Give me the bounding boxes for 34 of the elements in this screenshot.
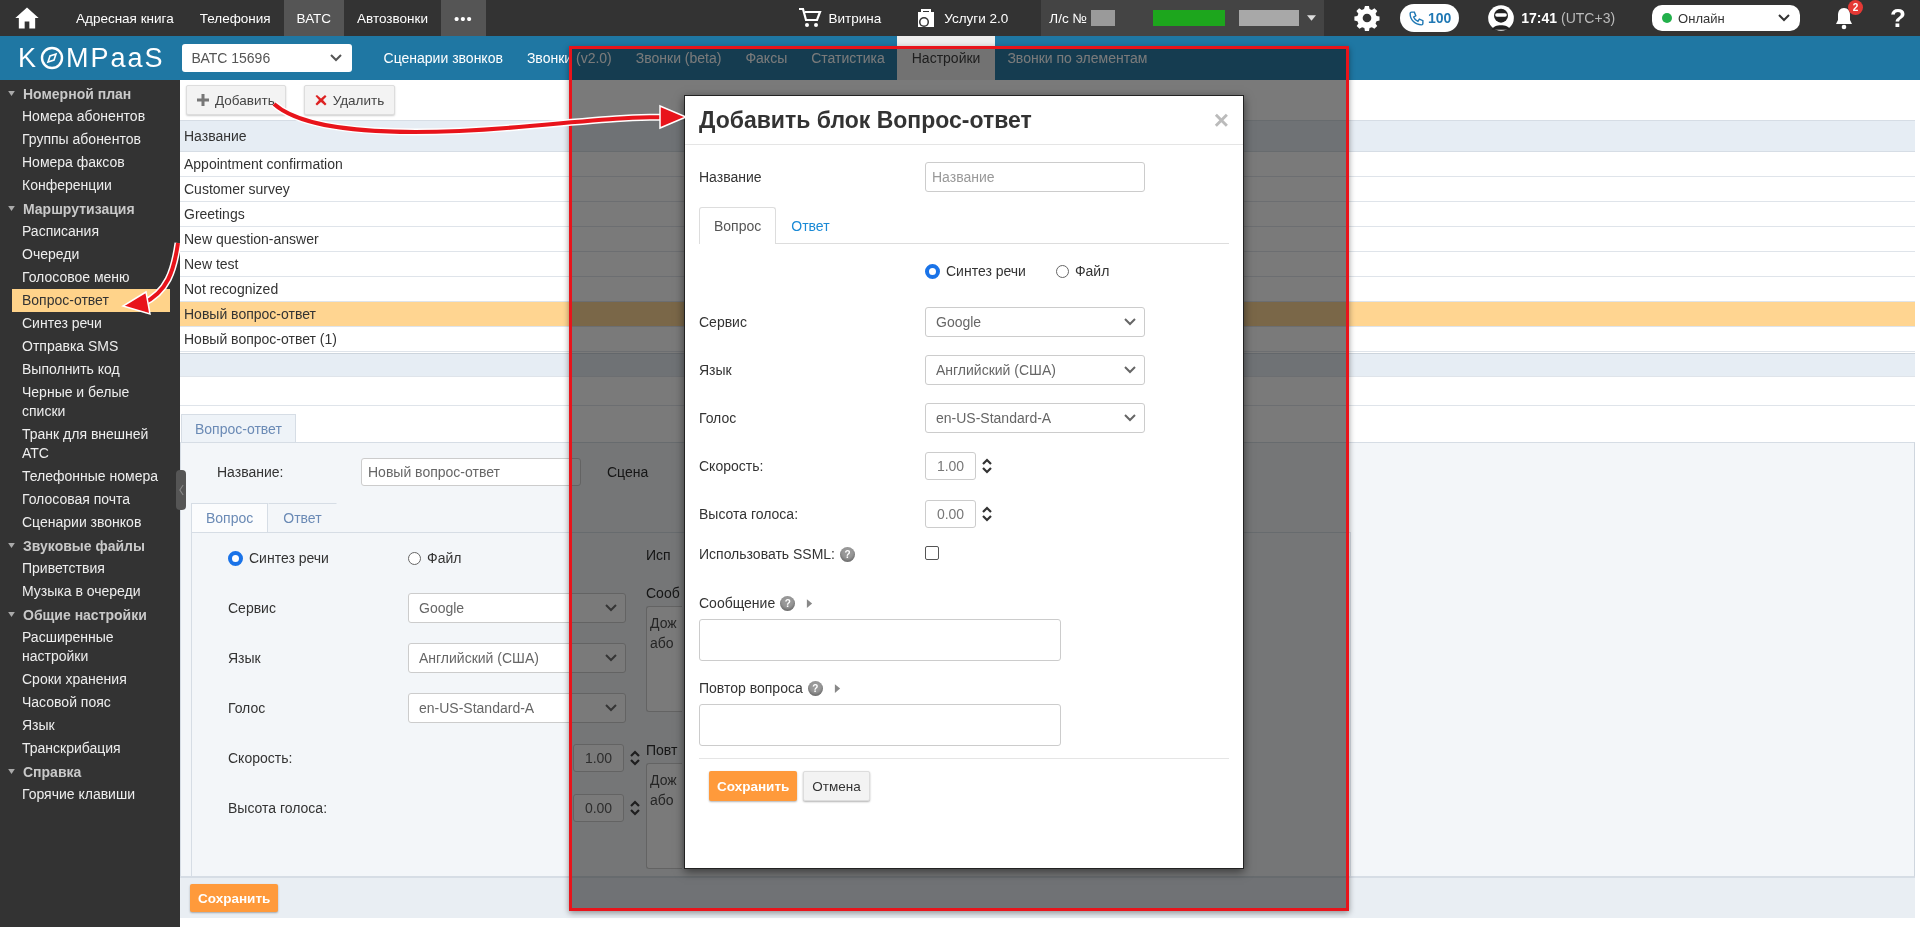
dialog-title: Добавить блок Вопрос-ответ xyxy=(699,106,1032,134)
section-title: Маршрутизация xyxy=(23,200,135,217)
field-label: Язык xyxy=(699,362,732,378)
field-label: Сервис xyxy=(227,600,277,616)
field-label: Голос xyxy=(699,410,737,426)
radio-label: Файл xyxy=(427,550,462,566)
field-label: Использовать SSML: xyxy=(699,546,835,562)
field-label: Сообщение xyxy=(699,595,776,611)
section-title: Звуковые файлы xyxy=(23,537,145,554)
radio-label: Файл xyxy=(1074,263,1110,279)
field-label: Сервис xyxy=(699,314,747,330)
section-title: Номерной план xyxy=(23,85,132,102)
notification-badge: 2 xyxy=(1848,0,1864,15)
field-label: Высота голоса: xyxy=(227,800,329,816)
field-label: Сооб xyxy=(646,585,681,601)
section-title: Справка xyxy=(23,763,82,780)
logo-text: MPaaS xyxy=(66,42,165,74)
field-label: Голос xyxy=(227,700,267,716)
field-label: Повтор вопроса xyxy=(699,680,803,696)
field-label: Повт xyxy=(646,742,679,758)
timezone-label: (UTC+3) xyxy=(1561,10,1616,26)
logo-text: K xyxy=(18,42,38,74)
radio-label: Синтез речи xyxy=(946,263,1026,279)
radio-label: Синтез речи xyxy=(249,550,329,566)
field-label: Скорость: xyxy=(699,458,764,474)
field-label: Язык xyxy=(227,650,262,666)
section-title: Общие настройки xyxy=(23,606,147,623)
field-label: Скорость: xyxy=(227,750,294,766)
clock-time: 17:41 xyxy=(1521,10,1558,26)
field-label: Название: xyxy=(216,464,285,480)
field-label: Название xyxy=(699,169,763,185)
field-label: Сцена xyxy=(607,464,649,480)
field-label: Высота голоса: xyxy=(699,506,799,522)
field-label: Исп xyxy=(646,547,672,563)
